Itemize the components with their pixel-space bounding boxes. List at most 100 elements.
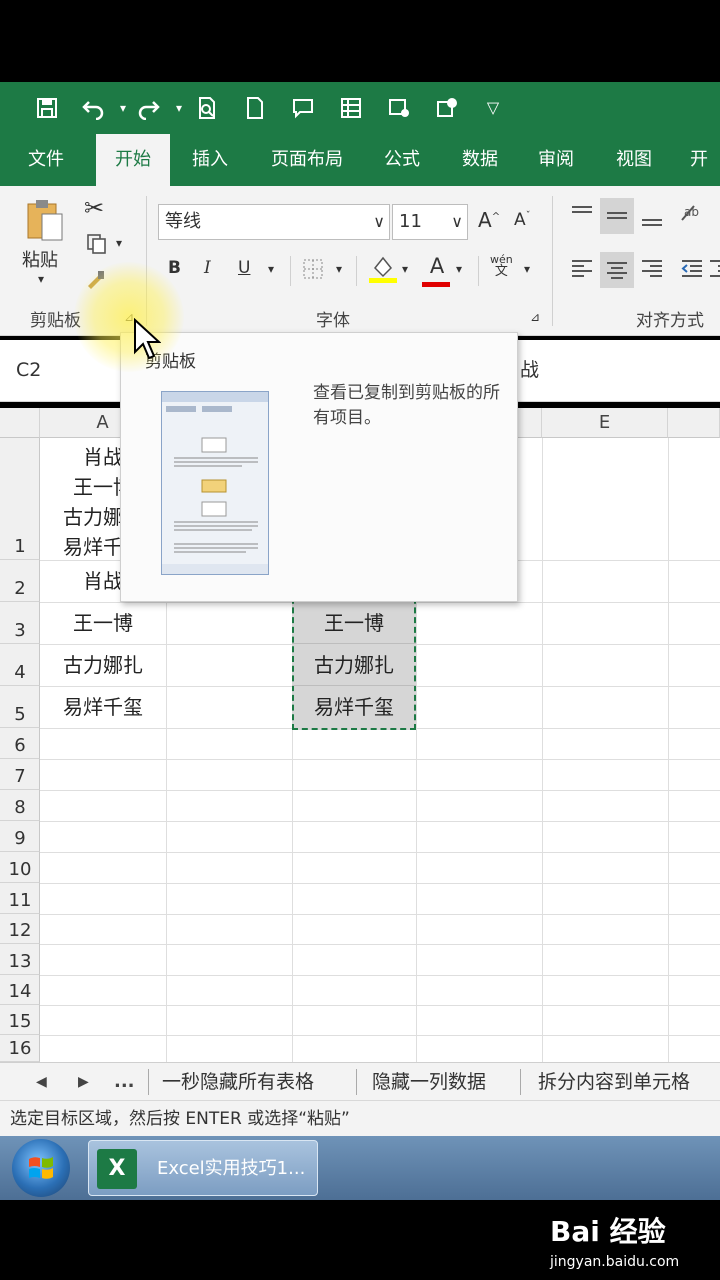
phonetic-button[interactable]: wén 文 <box>490 254 513 279</box>
sheet-scroll-left-icon[interactable]: ◀ <box>36 1063 47 1101</box>
row-header-16[interactable]: 16 <box>0 1035 40 1062</box>
decrease-indent-icon[interactable] <box>680 258 704 283</box>
divider <box>356 256 357 286</box>
italic-button[interactable]: I <box>204 258 211 278</box>
cell-a5[interactable]: 易烊千玺 <box>40 686 166 728</box>
quick-access-toolbar: ▾ ▾ ▽ <box>0 82 720 134</box>
paste-button[interactable]: 粘贴 <box>22 246 58 272</box>
underline-dropdown-icon[interactable]: ▾ <box>268 262 274 276</box>
grow-font-button[interactable]: A^ <box>478 208 500 232</box>
paste-dropdown-icon[interactable]: ▾ <box>38 272 44 286</box>
cell-a3[interactable]: 王一博 <box>40 602 166 644</box>
align-middle-icon[interactable] <box>600 198 634 234</box>
copy-dropdown-icon[interactable]: ▾ <box>116 236 122 250</box>
redo-dropdown-icon[interactable]: ▾ <box>164 92 194 124</box>
excel-app-icon: X <box>97 1149 137 1189</box>
copy-icon[interactable] <box>82 232 112 261</box>
increase-indent-icon[interactable] <box>708 258 720 283</box>
row-number: 1 <box>14 536 26 557</box>
row-header-15[interactable]: 15 <box>0 1005 40 1035</box>
align-center-icon[interactable] <box>600 252 634 288</box>
sheet-tab[interactable]: 拆分内容到单元格 <box>538 1063 690 1101</box>
svg-text:ab: ab <box>684 205 699 219</box>
form-icon[interactable] <box>336 92 366 124</box>
tab-view[interactable]: 视图 <box>604 134 664 186</box>
row-header-8[interactable]: 8 <box>0 790 40 821</box>
save-icon[interactable] <box>32 92 62 124</box>
row-header-14[interactable]: 14 <box>0 975 40 1005</box>
tab-insert[interactable]: 插入 <box>178 134 242 186</box>
select-all-corner[interactable] <box>0 408 40 438</box>
customize-icon[interactable]: ▽ <box>478 92 508 124</box>
sheet-tab[interactable]: 隐藏一列数据 <box>372 1063 486 1101</box>
fill-color-icon[interactable] <box>368 254 398 289</box>
column-header-f[interactable] <box>668 408 720 438</box>
font-size-select[interactable]: 11 ∨ <box>392 204 468 240</box>
row-header-9[interactable]: 9 <box>0 821 40 852</box>
border-dropdown-icon[interactable]: ▾ <box>336 262 342 276</box>
tab-data[interactable]: 数据 <box>450 134 510 186</box>
column-header-e[interactable]: E <box>542 408 668 438</box>
cell-a4[interactable]: 古力娜扎 <box>40 644 166 686</box>
row-header-2[interactable]: 2 <box>0 560 40 602</box>
cut-icon[interactable]: ✂ <box>84 194 104 222</box>
row-header-10[interactable]: 10 <box>0 852 40 883</box>
paste-icon[interactable] <box>24 198 64 242</box>
more-sheets-button[interactable]: ... <box>114 1063 135 1101</box>
row-header-1[interactable]: 1 <box>0 438 40 560</box>
windows-start-icon[interactable] <box>12 1139 70 1197</box>
gridline <box>40 1005 720 1006</box>
clipboard-tooltip: 剪贴板 查看已复制到剪贴板的所有项目。 <box>120 332 518 602</box>
share-icon[interactable] <box>432 92 462 124</box>
tab-developer[interactable]: 开发 <box>680 134 720 186</box>
row-header-7[interactable]: 7 <box>0 759 40 790</box>
font-color-button[interactable]: A <box>422 254 452 287</box>
align-right-icon[interactable] <box>640 258 664 283</box>
new-file-icon[interactable] <box>240 92 270 124</box>
print-preview-icon[interactable] <box>192 92 222 124</box>
row-header-13[interactable]: 13 <box>0 944 40 975</box>
align-bottom-icon[interactable] <box>640 208 664 233</box>
row-header-12[interactable]: 12 <box>0 914 40 944</box>
row-number: 8 <box>14 797 26 818</box>
cell-c5[interactable]: 易烊千玺 <box>292 686 416 728</box>
border-icon[interactable] <box>302 258 324 285</box>
formula-input[interactable]: 战 <box>520 350 539 390</box>
screenshot-icon[interactable] <box>384 92 414 124</box>
cell-c4[interactable]: 古力娜扎 <box>292 644 416 686</box>
row-header-3[interactable]: 3 <box>0 602 40 644</box>
align-top-icon[interactable] <box>570 204 594 229</box>
font-color-dropdown-icon[interactable]: ▾ <box>456 262 462 276</box>
taskbar-excel-window[interactable]: X Excel实用技巧1... <box>88 1140 318 1196</box>
cell-c3[interactable]: 王一博 <box>292 602 416 644</box>
comment-icon[interactable] <box>288 92 318 124</box>
font-color-label: A <box>429 254 445 278</box>
orientation-icon[interactable]: ab <box>680 202 710 229</box>
phonetic-char: 文 <box>494 264 508 279</box>
gridline <box>542 438 543 1062</box>
row-header-4[interactable]: 4 <box>0 644 40 686</box>
underline-button[interactable]: U <box>238 258 250 278</box>
bold-button[interactable]: B <box>168 258 181 278</box>
windows-taskbar: X Excel实用技巧1... <box>0 1136 720 1200</box>
fill-color-dropdown-icon[interactable]: ▾ <box>402 262 408 276</box>
sheet-tab-bar: ◀ ▶ ... 一秒隐藏所有表格 隐藏一列数据 拆分内容到单元格 <box>0 1062 720 1100</box>
tab-review[interactable]: 审阅 <box>526 134 586 186</box>
sheet-scroll-right-icon[interactable]: ▶ <box>78 1063 89 1101</box>
redo-icon[interactable] <box>134 92 164 124</box>
font-launcher-icon[interactable]: ⊿ <box>530 310 540 324</box>
undo-icon[interactable] <box>78 92 108 124</box>
tab-home[interactable]: 开始 <box>96 134 170 186</box>
align-left-icon[interactable] <box>570 258 594 283</box>
row-header-5[interactable]: 5 <box>0 686 40 728</box>
row-header-6[interactable]: 6 <box>0 728 40 759</box>
tab-file[interactable]: 文件 <box>14 134 78 186</box>
shrink-font-button[interactable]: Aˇ <box>514 210 531 230</box>
screen: ▾ ▾ ▽ 文件 开始 插入 页面布局 公式 数据 审阅 视图 开 粘贴 ▾ ✂… <box>0 0 720 1280</box>
font-name-select[interactable]: 等线 ∨ <box>158 204 390 240</box>
tab-formulas[interactable]: 公式 <box>372 134 432 186</box>
sheet-tab[interactable]: 一秒隐藏所有表格 <box>162 1063 314 1101</box>
row-header-11[interactable]: 11 <box>0 883 40 914</box>
tab-page-layout[interactable]: 页面布局 <box>262 134 352 186</box>
phonetic-dropdown-icon[interactable]: ▾ <box>524 262 530 276</box>
